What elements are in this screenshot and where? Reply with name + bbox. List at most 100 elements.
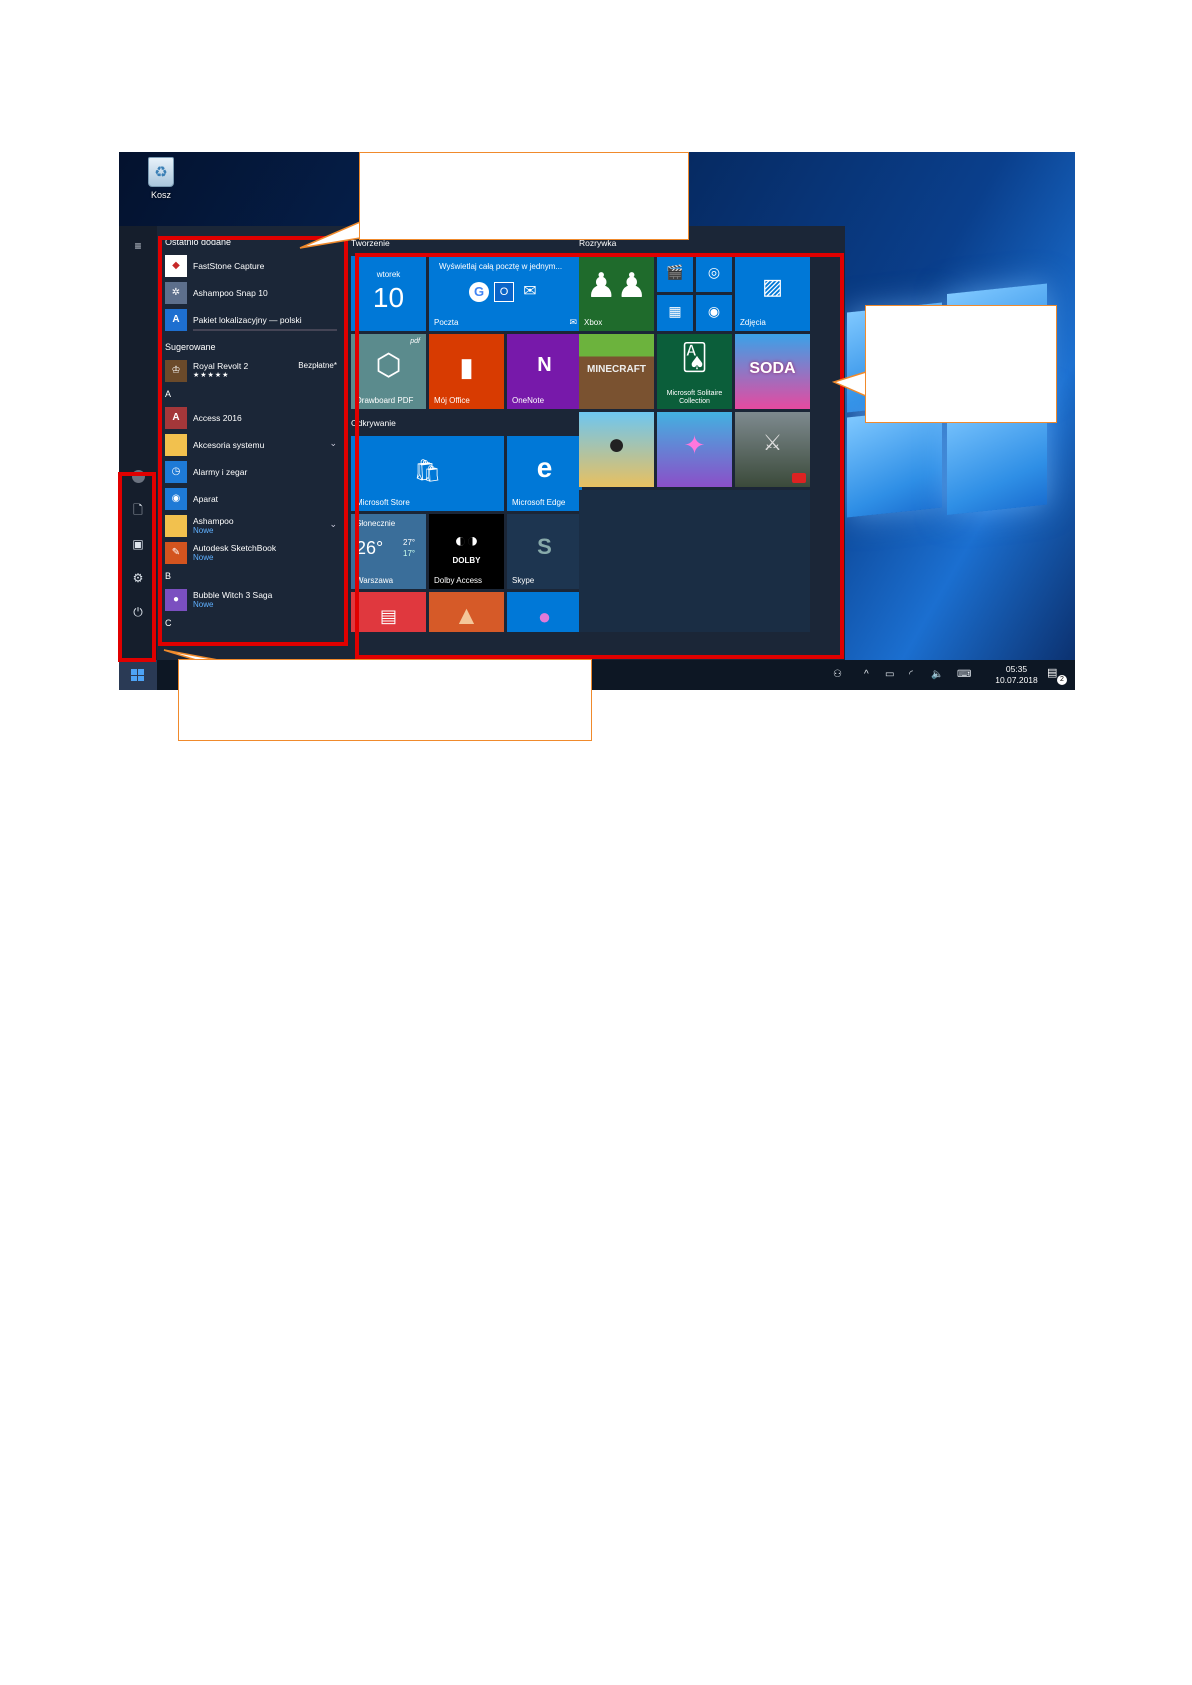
free-badge: Bezpłatne* (298, 361, 337, 370)
letter-a-header[interactable]: A (165, 384, 339, 404)
xbox-tile[interactable]: ♟♟ Xbox (579, 256, 654, 331)
store-bag-icon: 🛍 (413, 458, 442, 483)
ashampoo-snap-icon: ✲ (165, 281, 187, 304)
callout-rail (178, 659, 592, 741)
camera-tile[interactable]: ◉ (696, 295, 732, 331)
mail-tile[interactable]: Wyświetlaj całą pocztę w jednym... G O ✉… (429, 256, 582, 331)
bubble-witch-icon: ● (165, 588, 187, 611)
app-list: Ostatnio dodane ◆ FastStone Capture ✲ As… (157, 226, 347, 660)
bubble-witch-tile[interactable]: ✦ (657, 412, 732, 487)
letter-c-header[interactable]: C (165, 613, 339, 633)
hamburger-menu-icon[interactable]: ≡ (119, 234, 157, 258)
recycle-bin-desktop-icon[interactable]: Kosz (141, 157, 181, 200)
group-header-explore[interactable]: Odkrywanie (351, 418, 396, 428)
notification-count-badge: 2 (1057, 675, 1067, 685)
mail-accounts-icons: G O ✉ (469, 282, 541, 302)
app-item-akcesoria[interactable]: Akcesoria systemu ⌄ (165, 431, 339, 458)
minecraft-tile[interactable]: MINECRAFT (579, 334, 654, 409)
windows-logo-icon (131, 669, 144, 681)
folder-icon (165, 514, 187, 537)
people-icon[interactable]: ⚇ (833, 669, 842, 680)
power-icon[interactable]: ⏻ (119, 600, 157, 624)
dolby-icon: ◐◑ (454, 530, 479, 552)
dolby-tile[interactable]: ◐◑ DOLBY Dolby Access (429, 514, 504, 589)
google-icon: G (469, 282, 489, 302)
faststone-icon: ◆ (165, 254, 187, 277)
letter-b-header[interactable]: B (165, 566, 339, 586)
pencil-icon: ▲ (453, 600, 480, 630)
user-avatar-icon[interactable] (119, 464, 157, 488)
candy-crush-tile[interactable]: SODA (735, 334, 810, 409)
folder-icon (165, 433, 187, 456)
recycle-bin-icon (148, 157, 174, 187)
webcam-icon: ◉ (707, 303, 721, 319)
orb-icon: ● (537, 604, 552, 629)
action-center-icon[interactable]: ▤ 2 (1047, 666, 1067, 685)
calculator-tile[interactable]: ▦ (657, 295, 693, 331)
app-item-alarmy[interactable]: ◷ Alarmy i zegar (165, 458, 339, 485)
app-item-access[interactable]: A Access 2016 (165, 404, 339, 431)
news-tile[interactable]: ▤ (351, 592, 426, 632)
start-button[interactable] (119, 660, 157, 690)
documents-icon[interactable]: 🗋 (119, 498, 157, 522)
onenote-tile[interactable]: N OneNote (507, 334, 582, 409)
access-icon: A (165, 406, 187, 429)
app-item-ashampoo[interactable]: Ashampoo Nowe ⌄ (165, 512, 339, 539)
weather-tile[interactable]: Słonecznie 26° 27° 17° Warszawa (351, 514, 426, 589)
wifi-icon[interactable]: ◜ (909, 669, 913, 680)
tiles-empty-area (579, 490, 810, 632)
app-item-bubble-witch[interactable]: ● Bubble Witch 3 Saga Nowe (165, 586, 339, 613)
edge-tile[interactable]: e Microsoft Edge (507, 436, 582, 511)
battery-icon[interactable]: ▭ (885, 669, 894, 680)
store-tile[interactable]: 🛍 Microsoft Store (351, 436, 504, 511)
app-item-faststone[interactable]: ◆ FastStone Capture (165, 252, 339, 279)
chevron-up-icon[interactable]: ^ (864, 669, 869, 680)
app-item-royal-revolt[interactable]: ♔ Royal Revolt 2 ★★★★★ Bezpłatne* (165, 357, 339, 384)
start-rail: ≡ 🗋 ▣ ⚙ ⏻ (119, 226, 157, 660)
witch-icon: ✦ (683, 430, 706, 460)
app-item-ashampoo-snap[interactable]: ✲ Ashampoo Snap 10 (165, 279, 339, 306)
drawboard-tile[interactable]: ⬡ pdf Drawboard PDF (351, 334, 426, 409)
envelope-icon: ✉ (523, 283, 537, 300)
disney-tile[interactable]: ● (579, 412, 654, 487)
app-item-aparat[interactable]: ◉ Aparat (165, 485, 339, 512)
movies-tile[interactable]: 🎬 (657, 256, 693, 292)
chevron-down-icon[interactable]: ⌄ (329, 519, 337, 530)
office-tile[interactable]: ▮ Mój Office (429, 334, 504, 409)
app-item-language-pack[interactable]: A Pakiet lokalizacyjny — polski (165, 306, 339, 333)
sketch-tile[interactable]: ▲ (429, 592, 504, 632)
recycle-bin-label: Kosz (150, 190, 171, 200)
music-disc-icon: ◎ (707, 264, 721, 280)
edge-icon: e (536, 452, 553, 483)
skype-tile[interactable]: S Skype (507, 514, 582, 589)
cortana-tile[interactable]: ● (507, 592, 582, 632)
mail-badge-icon: ✉ (569, 317, 577, 327)
volume-icon[interactable]: 🔈 (931, 669, 943, 680)
recent-header: Ostatnio dodane (165, 237, 232, 247)
callout-app-list (359, 152, 689, 240)
tiles-area: Tworzenie Rozrywka Odkrywanie wtorek 10 … (347, 226, 845, 660)
app-item-autodesk[interactable]: ✎ Autodesk SketchBook Nowe (165, 539, 339, 566)
march-of-empires-tile[interactable]: ⚔ (735, 412, 810, 487)
gameloft-icon (792, 473, 806, 483)
army-icon: ⚔ (762, 430, 783, 455)
office-icon: ▮ (459, 352, 474, 382)
start-menu: ≡ 🗋 ▣ ⚙ ⏻ Ostatnio dodane ◆ FastStone Ca… (119, 226, 845, 660)
calendar-tile[interactable]: wtorek 10 (351, 256, 426, 331)
keyboard-icon[interactable]: ⌨ (957, 669, 971, 680)
photos-tile[interactable]: ▨ Zdjęcia (735, 256, 810, 331)
language-pack-icon: A (165, 308, 187, 331)
chevron-down-icon[interactable]: ⌄ (329, 438, 337, 449)
mickey-icon: ● (607, 428, 626, 461)
outlook-icon: O (494, 282, 514, 302)
hexagon-icon: ⬡ (375, 349, 402, 382)
newspaper-icon: ▤ (379, 606, 397, 626)
pictures-icon[interactable]: ▣ (119, 532, 157, 556)
suggested-header: Sugerowane (165, 342, 216, 352)
onenote-icon: N (537, 354, 552, 376)
solitaire-tile[interactable]: 🂡 Microsoft Solitaire Collection (657, 334, 732, 409)
settings-gear-icon[interactable]: ⚙ (119, 566, 157, 590)
clapperboard-icon: 🎬 (666, 264, 684, 280)
groove-tile[interactable]: ◎ (696, 256, 732, 292)
clock[interactable]: 05:35 10.07.2018 (989, 664, 1044, 686)
